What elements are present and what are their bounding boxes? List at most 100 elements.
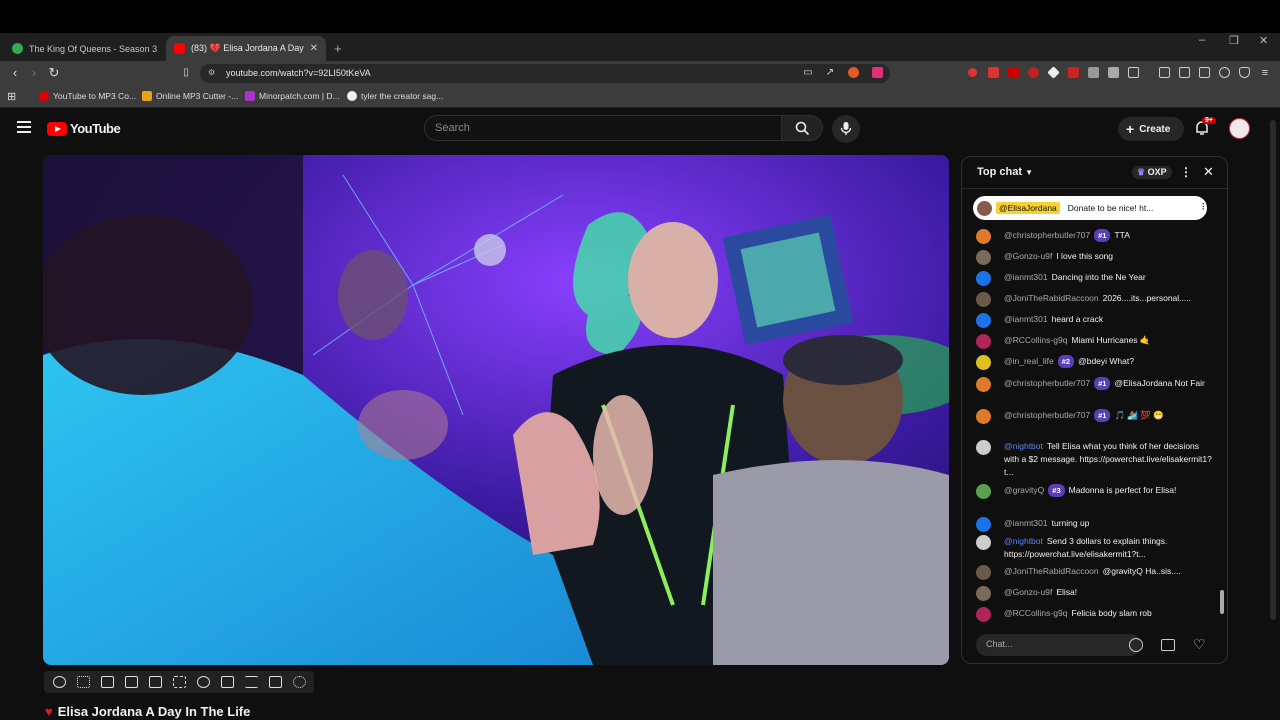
close-tab-icon[interactable]: ✕ (310, 43, 318, 54)
back-icon[interactable]: ‹ (8, 66, 22, 80)
media-icon[interactable] (1159, 67, 1170, 78)
chat-input[interactable]: Chat... (976, 634, 1141, 656)
extensions-puzzle-icon[interactable] (1108, 67, 1119, 78)
chat-message[interactable]: @gravityQ #3 Madonna is perfect for Elisa! (976, 484, 1212, 499)
close-window-icon[interactable]: ✕ (1259, 34, 1268, 47)
chat-author[interactable]: @JoniTheRabidRaccoon (1004, 293, 1099, 303)
extension-red-icon[interactable] (968, 68, 977, 77)
filmstrip-icon[interactable] (245, 676, 258, 688)
clip-icon[interactable] (125, 676, 138, 688)
voice-search-button[interactable] (832, 115, 860, 143)
pinned-message[interactable]: @ElisaJordana Donate to be nice! ht... ⋮ (973, 196, 1208, 220)
chat-author[interactable]: @JoniTheRabidRaccoon (1004, 566, 1099, 576)
create-button[interactable]: + Create (1118, 117, 1184, 141)
chat-author[interactable]: @Gonzo-u9f (1004, 587, 1052, 597)
chat-author[interactable]: @christopherbutler707 (1004, 378, 1090, 388)
share-icon[interactable]: ↗ (823, 66, 837, 80)
chat-mode-dropdown[interactable]: Top chat ▼ (977, 166, 1033, 178)
rewards-icon[interactable] (872, 67, 883, 78)
chat-message[interactable]: @Gonzo-u9f I love this song (976, 250, 1212, 265)
chat-message[interactable]: @ianmt301 heard a crack (976, 313, 1212, 328)
chat-message[interactable]: @christopherbutler707 #1 TTA (976, 229, 1212, 244)
theater-icon[interactable] (173, 676, 186, 688)
extension-tag-icon[interactable] (1068, 67, 1079, 78)
crop-icon[interactable] (149, 676, 162, 688)
chat-author[interactable]: @nightbot (1004, 441, 1043, 451)
settings-gear-icon[interactable] (293, 676, 306, 688)
notifications-button[interactable]: 9+ (1194, 117, 1216, 136)
tab-elisa-jordana[interactable]: (83) 💔 Elisa Jordana A Day In ✕ (166, 36, 326, 61)
apps-grid-icon[interactable]: ⊞ (7, 90, 16, 103)
chat-message[interactable]: @RCCollins-g9q Miami Hurricanes 🤙 (976, 334, 1212, 349)
hamburger-menu-icon[interactable] (17, 121, 31, 133)
chat-author[interactable]: @ianmt301 (1004, 272, 1048, 282)
tab-king-of-queens[interactable]: The King Of Queens - Season 3 Full E (4, 36, 160, 61)
address-bar[interactable]: ⚙ youtube.com/watch?v=92LI50tKeVA (200, 64, 890, 83)
forward-icon[interactable]: › (27, 66, 41, 80)
new-tab-button[interactable]: + (334, 36, 352, 61)
chat-message[interactable]: @nightbot Tell Elisa what you think of he… (976, 440, 1212, 479)
leo-icon[interactable] (1219, 67, 1230, 78)
chat-author[interactable]: @ianmt301 (1004, 314, 1048, 324)
emoji-icon[interactable] (1129, 638, 1143, 652)
vpn-icon[interactable] (1239, 67, 1250, 78)
chat-author[interactable]: @in_real_life (1004, 356, 1054, 366)
reload-icon[interactable]: ↻ (47, 66, 61, 80)
close-chat-icon[interactable]: ✕ (1203, 164, 1214, 180)
pinned-menu-icon[interactable]: ⋮ (1199, 201, 1208, 212)
chat-message[interactable]: @christopherbutler707 #1 @ElisaJordana Not… (976, 377, 1212, 392)
brave-shield-icon[interactable] (848, 67, 859, 78)
bookmark-item[interactable]: Online MP3 Cutter -... (142, 91, 238, 101)
restore-icon[interactable]: ❐ (1229, 34, 1239, 47)
bookmark-item[interactable]: YouTube to MP3 Co... (39, 91, 136, 101)
extension-u-icon[interactable] (1028, 67, 1039, 78)
chat-author[interactable]: @christopherbutler707 (1004, 230, 1090, 240)
chat-message[interactable]: @Gonzo-u9f Elisa! (976, 586, 1212, 601)
chat-message[interactable]: @JoniTheRabidRaccoon @gravityQ Ha..sis...… (976, 565, 1212, 580)
sidebar-icon[interactable] (1179, 67, 1190, 78)
extension-ublock-icon[interactable] (988, 67, 999, 78)
chat-message[interactable]: @RCCollins-g9q Felicia body slam rob (976, 607, 1212, 622)
extension-youtube-icon[interactable] (1008, 67, 1019, 78)
zoom-icon[interactable] (221, 676, 234, 688)
speed-icon[interactable] (197, 676, 210, 688)
chat-author[interactable]: @nightbot (1004, 536, 1043, 546)
chat-author[interactable]: @RCCollins-g9q (1004, 608, 1067, 618)
screenshot-icon[interactable] (269, 676, 282, 688)
bookmark-item[interactable]: tyler the creator sag... (347, 91, 443, 101)
video-player[interactable] (43, 155, 949, 665)
chat-scrollbar[interactable] (1220, 197, 1224, 627)
more-options-icon[interactable]: ⋮ (1180, 165, 1192, 179)
search-button[interactable] (781, 115, 823, 141)
avatar[interactable] (1229, 118, 1250, 139)
audio-icon[interactable] (77, 676, 90, 688)
chat-author[interactable]: @ianmt301 (1004, 518, 1048, 528)
wallet-icon[interactable] (1199, 67, 1210, 78)
extension-grid-icon[interactable] (1088, 67, 1099, 78)
bookmark-item[interactable]: Minorpatch.com | D... (245, 91, 340, 101)
site-info-icon[interactable]: ⚙ (208, 68, 215, 77)
menu-icon[interactable]: ≡ (1258, 66, 1272, 80)
heart-reaction-icon[interactable]: ♡ (1193, 636, 1206, 653)
chat-author[interactable]: @gravityQ (1004, 485, 1044, 495)
picture-in-picture-icon[interactable] (101, 676, 114, 688)
youtube-logo[interactable]: YouTube (47, 121, 121, 136)
bookmark-icon[interactable]: ▯ (179, 66, 193, 80)
chat-message[interactable]: @JoniTheRabidRaccoon 2026....its...person… (976, 292, 1212, 307)
chat-message[interactable]: @ianmt301 Dancing into the Ne Year (976, 271, 1212, 286)
chat-author[interactable]: @RCCollins-g9q (1004, 335, 1067, 345)
chat-message[interactable]: @nightbot Send 3 dollars to explain thing… (976, 535, 1212, 561)
extension-box-icon[interactable] (1128, 67, 1139, 78)
minimize-icon[interactable]: – (1199, 34, 1205, 46)
super-chat-icon[interactable] (1161, 639, 1175, 651)
chat-author[interactable]: @Gonzo-u9f (1004, 251, 1052, 261)
loop-icon[interactable] (53, 676, 66, 688)
cast-icon[interactable]: ▭ (801, 66, 815, 80)
page-scrollbar[interactable] (1270, 120, 1276, 620)
points-button[interactable]: ♛ OXP (1132, 166, 1172, 179)
chat-message[interactable]: @ianmt301 turning up (976, 517, 1212, 532)
chat-message[interactable]: @christopherbutler707 #1 🎵 🏄 💯 😁 (976, 409, 1212, 424)
chat-message[interactable]: @in_real_life #2 @bdeyi What? (976, 355, 1212, 370)
chat-author[interactable]: @christopherbutler707 (1004, 410, 1090, 420)
search-input[interactable]: Search (424, 115, 782, 141)
